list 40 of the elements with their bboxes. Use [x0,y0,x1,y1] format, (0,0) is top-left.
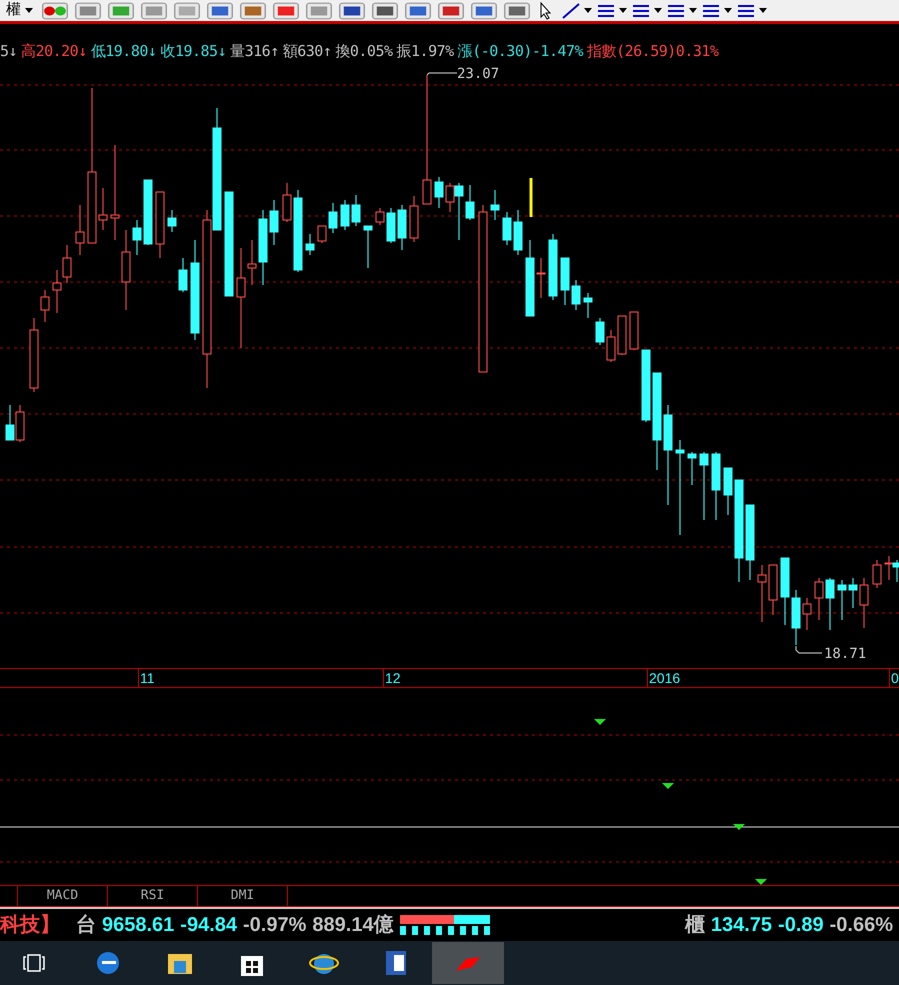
quote-field: 振1.97% [396,40,454,62]
quote-field: 收19.85↓ [160,40,226,62]
axis-label: 2016 [647,669,680,687]
leader-line [795,646,822,654]
indicator-tab[interactable]: MACD [18,886,108,906]
indicator-tab[interactable]: RSI [108,886,198,906]
otc-change: -0.89 [778,913,824,938]
lights-tool-icon[interactable] [40,0,70,20]
quote-field: 高20.20↓ [21,40,87,62]
quote-field: 量316↑ [230,40,279,62]
current-bar-marker [530,178,532,217]
quote-field: 額630↑ [282,40,332,62]
dropdown-caret-icon[interactable] [724,8,732,13]
rights-dropdown[interactable]: 權 [2,0,37,22]
index-change: -94.84 [180,913,238,938]
axis-label: 12 [383,669,401,687]
market-label: 台 [76,913,96,938]
otc-index: 134.75 [710,913,772,938]
index-percent: -0.97% [243,913,306,938]
quote-field: 低19.80↓ [90,40,156,62]
quote-field: 5↓ [0,40,18,62]
otc-label: 櫃 [684,913,705,938]
turnover-value: 889.14億 [312,912,394,938]
high-price-label: 23.07 [457,65,500,84]
quote-field: 指數(26.59)0.31% [587,40,718,62]
dropdown-caret-icon[interactable] [689,8,697,13]
quote-field: 換0.05% [335,40,393,62]
axis-label: 0 [889,669,899,687]
dropdown-caret-icon[interactable] [654,8,662,13]
low-price-label: 18.71 [824,645,866,664]
quote-field: 漲(-0.30)-1.47% [458,40,584,62]
leader-line [427,72,457,76]
axis-label: 11 [138,669,155,687]
indicator-tab[interactable]: DMI [198,886,288,906]
otc-percent: -0.66% [830,913,893,938]
index-value: 9658.61 [102,913,174,938]
dropdown-caret-icon[interactable] [619,8,627,13]
line-icon[interactable] [560,2,582,20]
dropdown-caret-icon[interactable] [759,8,767,13]
dropdown-caret-icon[interactable] [584,8,592,13]
